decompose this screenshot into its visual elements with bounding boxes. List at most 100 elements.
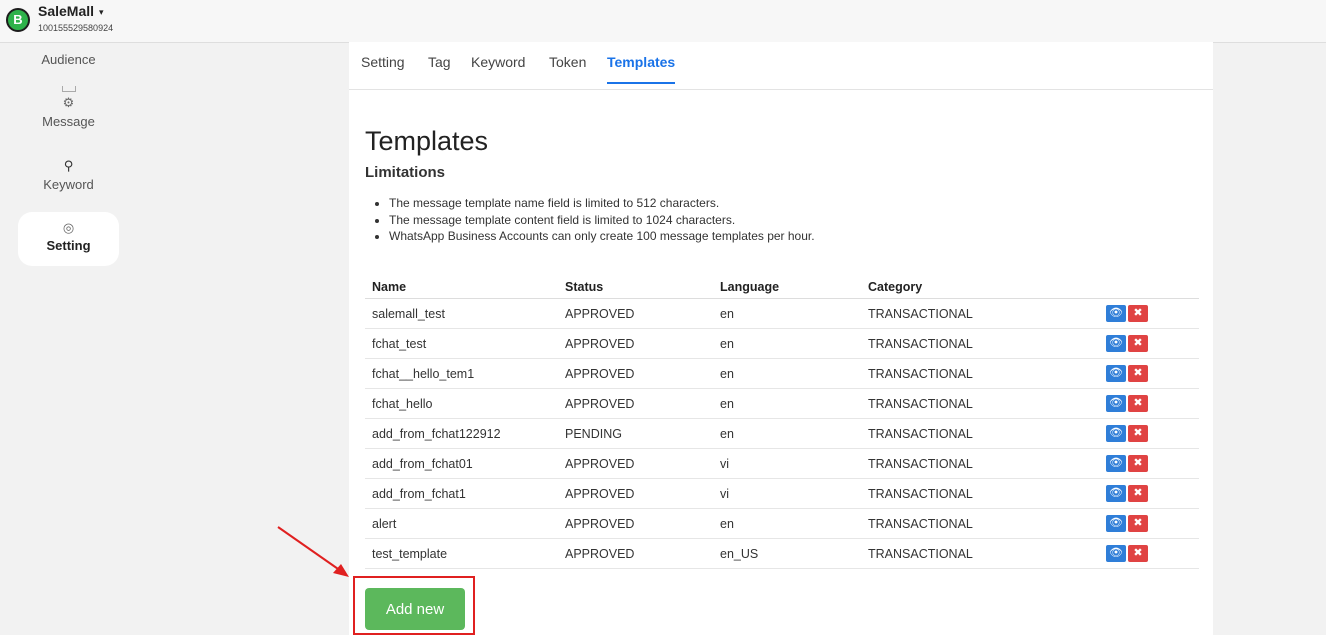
list-item: The message template name field is limit… [389,195,815,212]
cell-status: APPROVED [558,388,713,419]
cell-actions: 👁 ✖ [1088,298,1199,329]
sidebar-item-label: Audience [41,52,96,67]
view-eye-icon[interactable]: 👁 [1106,335,1126,352]
annotation-highlight-box [353,576,475,635]
delete-icon[interactable]: ✖ [1128,335,1148,352]
cell-status: APPROVED [558,478,713,509]
table-row: test_template APPROVED en_US TRANSACTIONAL 👁… [365,538,1199,569]
templates-table: Name Status Language Category salemall_t… [365,275,1199,569]
sidebar-item-keyword[interactable]: ⚲ Keyword [18,155,119,209]
cell-name: fchat__hello_tem1 [365,358,558,389]
app-name[interactable]: SaleMall [38,3,94,19]
sidebar-item-label: Keyword [43,177,94,192]
message-icon: ⚙ [62,95,75,110]
cell-language: vi [713,478,861,509]
cell-status: APPROVED [558,328,713,359]
tab-tag[interactable]: Tag [428,54,451,82]
delete-icon[interactable]: ✖ [1128,515,1148,532]
cell-language: en [713,298,861,329]
limitations-heading: Limitations [365,164,446,181]
table-body: salemall_test APPROVED en TRANSACTIONAL 👁 ✖ fc… [365,298,1199,569]
column-header-name: Name [365,275,558,299]
column-header-status: Status [558,275,713,299]
cell-language: vi [713,448,861,479]
view-eye-icon[interactable]: 👁 [1106,455,1126,472]
delete-icon[interactable]: ✖ [1128,395,1148,412]
cell-language: en [713,388,861,419]
cell-category: TRANSACTIONAL [861,478,1088,509]
delete-icon[interactable]: ✖ [1128,485,1148,502]
cell-status: PENDING [558,418,713,449]
sidebar-item-label: Setting [46,238,91,253]
cell-status: APPROVED [558,358,713,389]
table-row: salemall_test APPROVED en TRANSACTIONAL 👁 ✖ [365,298,1199,329]
tab-keyword[interactable]: Keyword [471,54,525,82]
settings-icon: ◎ [62,220,75,235]
cell-language: en [713,418,861,449]
cell-name: salemall_test [365,298,558,329]
column-header-actions [1088,275,1199,299]
main-panel: Setting Tag Keyword Token Templates Temp… [349,42,1213,635]
delete-icon[interactable]: ✖ [1128,425,1148,442]
cell-name: add_from_fchat01 [365,448,558,479]
cell-actions: 👁 ✖ [1088,448,1199,479]
cell-name: add_from_fchat1 [365,478,558,509]
sidebar-item-message[interactable]: ⚙ Message [18,92,119,146]
list-item: WhatsApp Business Accounts can only crea… [389,228,815,245]
cell-category: TRANSACTIONAL [861,358,1088,389]
delete-icon[interactable]: ✖ [1128,455,1148,472]
cell-status: APPROVED [558,448,713,479]
view-eye-icon[interactable]: 👁 [1106,515,1126,532]
sidebar-item-audience[interactable]: Audience [18,52,119,82]
brand-logo-icon[interactable]: B [6,8,30,32]
view-eye-icon[interactable]: 👁 [1106,305,1126,322]
limitations-list: The message template name field is limit… [373,195,815,245]
top-bar: B SaleMall ▾ 100155529580924 [0,0,1326,43]
sidebar-item-setting[interactable]: ◎ Setting [18,212,119,266]
delete-icon[interactable]: ✖ [1128,545,1148,562]
cell-category: TRANSACTIONAL [861,418,1088,449]
account-dropdown-chevron-icon[interactable]: ▾ [99,7,104,18]
list-item: The message template content field is li… [389,212,815,229]
cell-category: TRANSACTIONAL [861,298,1088,329]
view-eye-icon[interactable]: 👁 [1106,365,1126,382]
cell-category: TRANSACTIONAL [861,388,1088,419]
delete-icon[interactable]: ✖ [1128,365,1148,382]
table-row: alert APPROVED en TRANSACTIONAL 👁 ✖ [365,508,1199,539]
cell-actions: 👁 ✖ [1088,478,1199,509]
cell-actions: 👁 ✖ [1088,538,1199,569]
cell-actions: 👁 ✖ [1088,388,1199,419]
account-id: 100155529580924 [38,23,114,33]
cell-category: TRANSACTIONAL [861,538,1088,569]
table-row: add_from_fchat01 APPROVED vi TRANSACTIONAL 👁… [365,448,1199,479]
column-header-language: Language [713,275,861,299]
table-row: fchat_hello APPROVED en TRANSACTIONAL 👁 ✖ [365,388,1199,419]
tab-token[interactable]: Token [549,54,586,82]
table-row: add_from_fchat122912 PENDING en TRANSACTION… [365,418,1199,449]
column-header-category: Category [861,275,1088,299]
page-title: Templates [365,126,489,156]
cell-category: TRANSACTIONAL [861,328,1088,359]
cell-status: APPROVED [558,298,713,329]
view-eye-icon[interactable]: 👁 [1106,395,1126,412]
cell-language: en [713,358,861,389]
key-icon: ⚲ [63,158,74,173]
cell-language: en [713,508,861,539]
cell-language: en_US [713,538,861,569]
tab-setting[interactable]: Setting [361,54,405,82]
cell-category: TRANSACTIONAL [861,448,1088,479]
sidebar: Audience ⚙ Message ⚲ Keyword ◎ Setting [0,42,150,635]
table-header-row: Name Status Language Category [365,275,1199,299]
cell-name: fchat_hello [365,388,558,419]
view-eye-icon[interactable]: 👁 [1106,545,1126,562]
cell-category: TRANSACTIONAL [861,508,1088,539]
cell-name: fchat_test [365,328,558,359]
cell-name: add_from_fchat122912 [365,418,558,449]
delete-icon[interactable]: ✖ [1128,305,1148,322]
view-eye-icon[interactable]: 👁 [1106,425,1126,442]
tab-templates[interactable]: Templates [607,54,676,84]
view-eye-icon[interactable]: 👁 [1106,485,1126,502]
cell-name: test_template [365,538,558,569]
sidebar-item-label: Message [42,114,95,129]
tab-bar: Setting Tag Keyword Token Templates [349,42,1213,90]
